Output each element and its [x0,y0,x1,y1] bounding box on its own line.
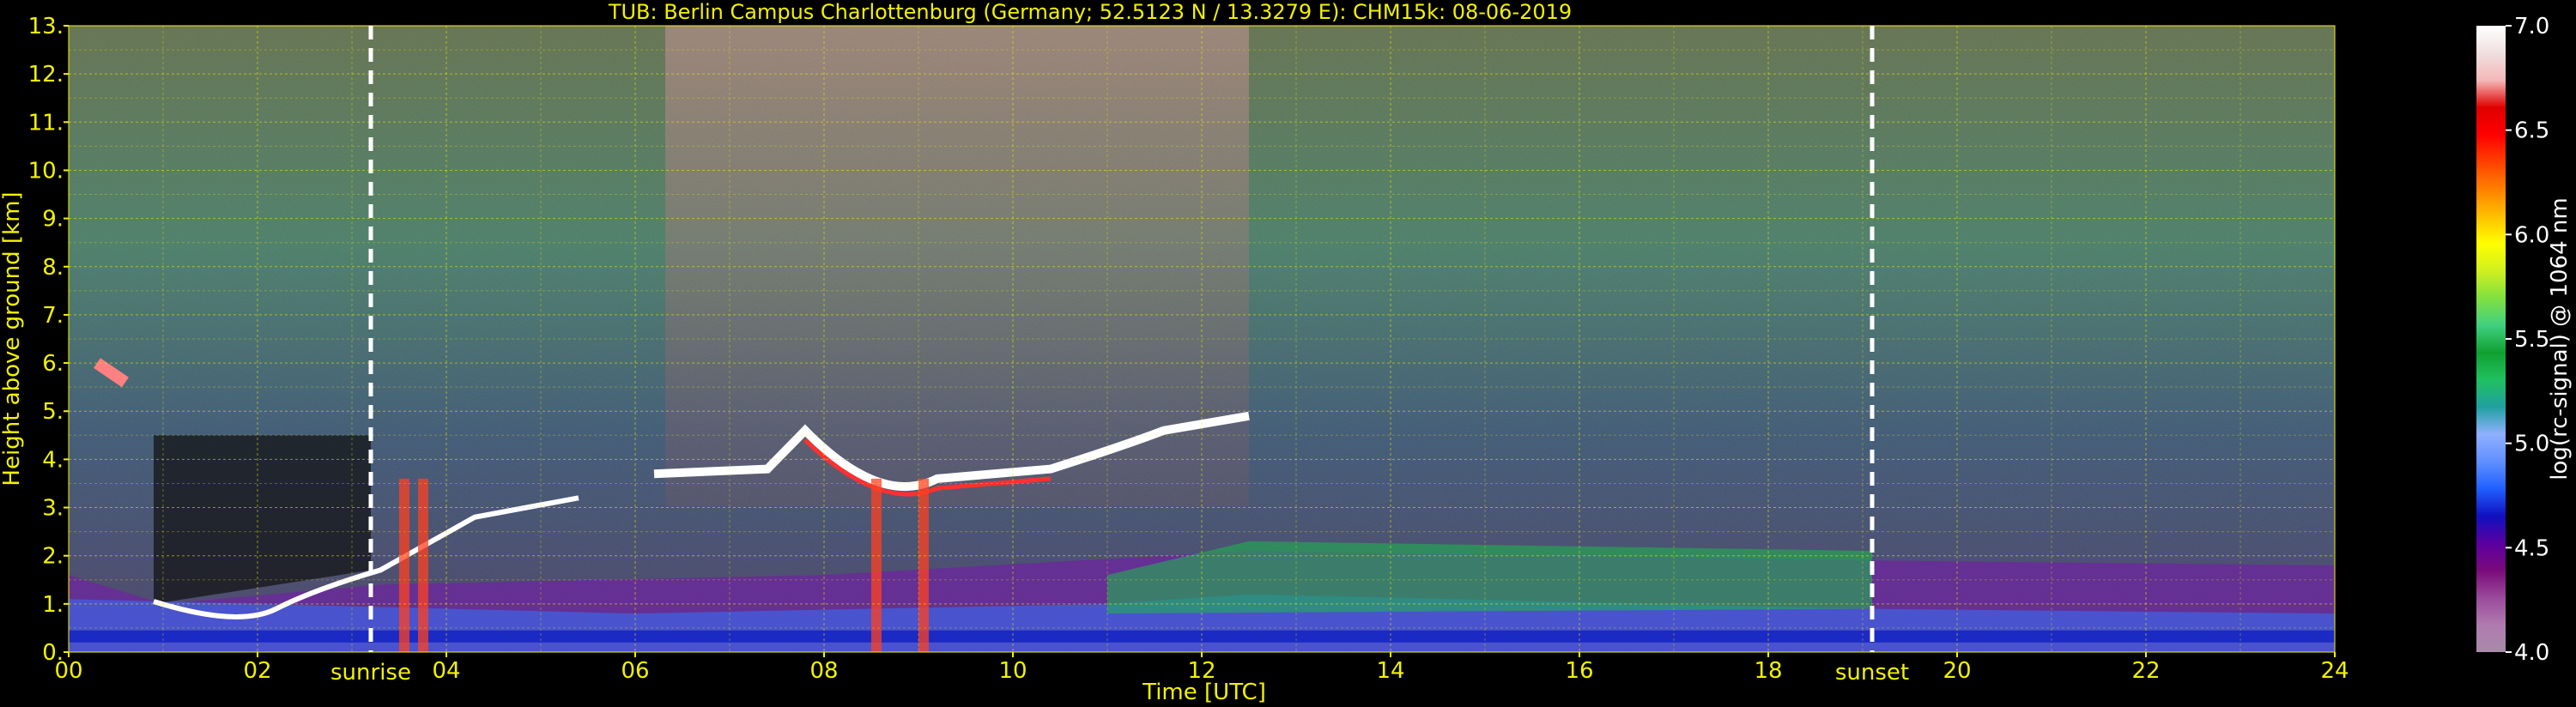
precip-streak [918,478,929,652]
x-tick-label: 16 [1565,658,1593,684]
y-tick-label: 13. [28,14,64,39]
x-tick-label: 18 [1754,658,1782,684]
y-tick-label: 8. [42,255,64,281]
colorbar-tick-label: 5.5 [2514,327,2549,353]
precip-streak [418,478,428,652]
x-tick-label: 08 [809,658,838,684]
y-tick-label: 0. [42,640,64,666]
y-axis-label: Height above ground [km] [0,191,25,486]
colorbar-label: log(rc-signal) @ 1064 nm [2547,197,2573,480]
y-tick-label: 2. [42,544,64,570]
precip-streak [399,478,409,652]
x-tick-label: 04 [432,658,460,684]
y-tick-label: 1. [42,592,64,618]
x-tick-label: 02 [243,658,271,684]
y-tick-label: 3. [42,496,64,522]
precip-streak [871,478,882,652]
mixing-layer-green [1107,541,1872,614]
plot-area [69,26,2335,652]
x-tick-label: 22 [2131,658,2160,684]
x-tick-label: 14 [1376,658,1404,684]
colorbar [2476,26,2506,652]
colorbar-tick-label: 4.5 [2514,535,2549,561]
colorbar-tick-label: 4.0 [2514,640,2549,666]
y-tick-label: 6. [42,351,64,377]
colorbar-ticks: 4.0 4.5 5.0 5.5 6.0 6.5 7.0 [2506,14,2549,666]
sun-marker-label: sunset [1835,660,1909,686]
y-axis-ticks: 0. 1. 2. 3. 4. 5. 6. 7. 8. 9. 10. 11. 12. 13. [28,14,69,666]
x-tick-label: 20 [1943,658,1971,684]
sun-marker-label: sunrise [330,660,411,686]
y-tick-label: 12. [28,62,64,88]
lidar-chart: sunrise sunset 00 02 04 06 08 10 12 14 16 18 20 22 24… [0,0,2573,705]
colorbar-tick-label: 7.0 [2514,14,2549,39]
x-tick-label: 10 [998,658,1027,684]
colorbar-tick-label: 6.0 [2514,222,2549,248]
y-tick-label: 11. [28,110,64,136]
chart-title: TUB: Berlin Campus Charlottenburg (Germa… [608,0,1572,24]
y-tick-label: 7. [42,303,64,329]
colorbar-tick-label: 5.0 [2514,432,2549,457]
x-tick-label: 06 [621,658,649,684]
x-tick-label: 24 [2320,658,2349,684]
colorbar-tick-label: 6.5 [2514,118,2549,144]
y-tick-label: 4. [42,447,64,473]
x-axis-label: Time [UTC] [1142,680,1266,705]
y-tick-label: 10. [28,158,64,184]
y-tick-label: 5. [42,399,64,425]
y-tick-label: 9. [42,207,64,233]
